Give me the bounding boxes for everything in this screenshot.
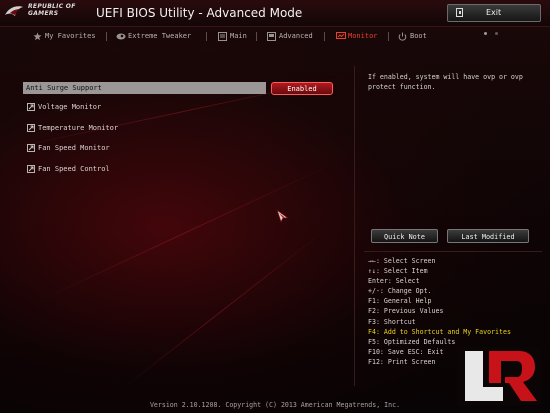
key-hint: ↑↓: Select Item	[368, 267, 428, 276]
mouse-cursor-icon	[276, 209, 290, 223]
submenu-voltage-monitor[interactable]: Voltage Monitor	[23, 101, 343, 113]
submenu-arrow-icon	[27, 165, 35, 173]
brand-line2: GAMERS	[28, 10, 59, 17]
key-hint: F5: Optimized Defaults	[368, 337, 456, 346]
tab-bar: My Favorites Extreme Tweaker Main Advanc…	[0, 27, 550, 45]
setting-row-anti-surge[interactable]: Anti Surge Support	[23, 82, 266, 94]
tab-label: My Favorites	[45, 32, 96, 40]
key-hint-highlighted: F4: Add to Shortcut and My Favorites	[368, 327, 511, 336]
app-title: UEFI BIOS Utility - Advanced Mode	[96, 6, 303, 20]
tab-divider	[206, 32, 207, 41]
monitor-icon	[336, 32, 346, 39]
submenu-label: Temperature Monitor	[38, 124, 119, 132]
tab-divider	[324, 32, 325, 41]
advanced-icon	[267, 32, 276, 41]
submenu-arrow-icon	[27, 103, 35, 111]
submenu-fan-speed-control[interactable]: Fan Speed Control	[23, 163, 343, 175]
key-hint: Enter: Select	[368, 277, 420, 286]
key-hint: F3: Shortcut	[368, 317, 416, 326]
power-icon	[398, 32, 407, 41]
submenu-label: Fan Speed Control	[38, 165, 110, 173]
quick-note-button[interactable]: Quick Note	[371, 229, 438, 243]
version-footer: Version 2.10.1208. Copyright (C) 2013 Am…	[149, 401, 401, 409]
submenu-label: Fan Speed Monitor	[38, 144, 110, 152]
submenu-fan-speed-monitor[interactable]: Fan Speed Monitor	[23, 142, 343, 154]
brand-text: REPUBLIC OF GAMERS	[28, 3, 76, 17]
tab-divider	[256, 32, 257, 41]
star-icon	[33, 32, 42, 41]
title-bar: REPUBLIC OF GAMERS UEFI BIOS Utility - A…	[0, 0, 550, 27]
help-description: If enabled, system will have ovp or ovp …	[368, 73, 523, 91]
submenu-arrow-icon	[27, 144, 35, 152]
key-hint: +/-: Change Opt.	[368, 287, 432, 296]
submenu-label: Voltage Monitor	[38, 103, 102, 111]
exit-door-icon	[456, 8, 463, 17]
key-hint: →←: Select Screen	[368, 257, 436, 265]
key-hint: F1: General Help	[368, 297, 432, 306]
tab-label: Monitor	[348, 32, 378, 40]
help-divider	[364, 251, 542, 252]
last-modified-button[interactable]: Last Modified	[447, 229, 529, 243]
tab-label: Advanced	[279, 32, 313, 40]
panel-divider	[354, 66, 355, 386]
submenu-arrow-icon	[27, 124, 35, 132]
tab-label: Boot	[410, 32, 427, 40]
key-hint: F2: Previous Values	[368, 307, 444, 316]
main-icon	[218, 32, 227, 41]
anti-surge-value-button[interactable]: Enabled	[271, 82, 333, 95]
exit-button[interactable]: Exit	[447, 4, 541, 22]
tab-divider	[388, 32, 389, 41]
legit-reviews-watermark-icon	[457, 347, 541, 405]
brand-line1: REPUBLIC OF	[28, 3, 76, 10]
submenu-temperature-monitor[interactable]: Temperature Monitor	[23, 122, 343, 134]
rog-eye-logo-icon	[5, 6, 23, 16]
tab-label: Main	[230, 32, 247, 40]
tab-divider	[106, 32, 107, 41]
setting-label: Anti Surge Support	[26, 84, 102, 92]
tweaker-icon	[116, 33, 126, 40]
exit-label: Exit	[486, 8, 502, 17]
tab-label: Extreme Tweaker	[128, 32, 192, 40]
page-indicator-dot[interactable]	[484, 32, 487, 35]
page-indicator-dot[interactable]	[495, 32, 498, 35]
